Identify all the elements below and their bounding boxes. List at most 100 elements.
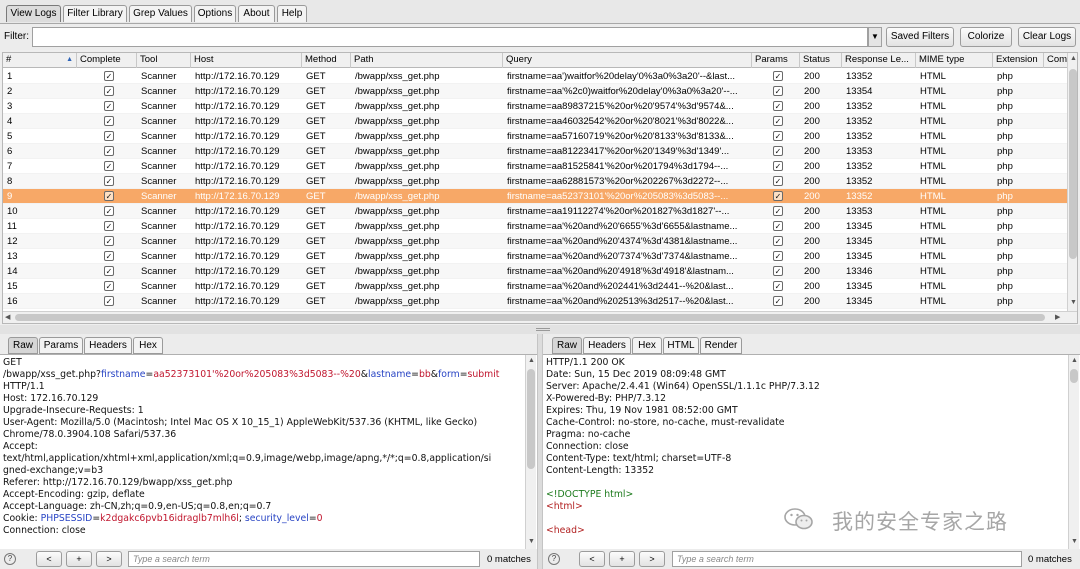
scroll-right-icon[interactable]: ▶ bbox=[1055, 313, 1060, 321]
filter-dropdown-button[interactable]: ▼ bbox=[868, 27, 882, 47]
table-row[interactable]: 1 Scanner http://172.16.70.129 GET/bwapp/xs… bbox=[3, 69, 1067, 84]
column-header[interactable]: Path bbox=[351, 53, 503, 68]
complete-checkbox[interactable]: ✓ bbox=[104, 101, 114, 111]
scroll-up-icon[interactable]: ▲ bbox=[1070, 55, 1077, 62]
params-checkbox[interactable]: ✓ bbox=[773, 221, 783, 231]
column-header[interactable]: MIME type bbox=[916, 53, 993, 68]
scroll-left-icon[interactable]: ◀ bbox=[5, 313, 10, 321]
table-row[interactable]: 14 Scanner http://172.16.70.129 GET/bwapp/x… bbox=[3, 264, 1067, 279]
complete-checkbox[interactable]: ✓ bbox=[104, 281, 114, 291]
column-header[interactable]: Method bbox=[302, 53, 351, 68]
complete-checkbox[interactable]: ✓ bbox=[104, 146, 114, 156]
table-row[interactable]: 10 Scanner http://172.16.70.129 GET/bwapp/x… bbox=[3, 204, 1067, 219]
complete-checkbox[interactable]: ✓ bbox=[104, 86, 114, 96]
complete-checkbox[interactable]: ✓ bbox=[104, 71, 114, 81]
scroll-down-icon[interactable]: ▼ bbox=[528, 538, 535, 545]
filter-input[interactable] bbox=[32, 27, 868, 47]
request-text[interactable]: GET /bwapp/xss_get.php?firstname = aa52373… bbox=[0, 354, 537, 549]
scroll-up-icon[interactable]: ▲ bbox=[1071, 357, 1078, 364]
request-scroll-thumb[interactable] bbox=[527, 369, 535, 469]
response-tab-html[interactable]: HTML bbox=[663, 337, 699, 354]
complete-checkbox[interactable]: ✓ bbox=[104, 131, 114, 141]
table-row[interactable]: 11 Scanner http://172.16.70.129 GET/bwapp/x… bbox=[3, 219, 1067, 234]
table-row[interactable]: 6 Scanner http://172.16.70.129 GET/bwapp/xs… bbox=[3, 144, 1067, 159]
params-checkbox[interactable]: ✓ bbox=[773, 71, 783, 81]
scroll-down-icon[interactable]: ▼ bbox=[1070, 299, 1077, 306]
table-row[interactable]: 13 Scanner http://172.16.70.129 GET/bwapp/x… bbox=[3, 249, 1067, 264]
table-row[interactable]: 8 Scanner http://172.16.70.129 GET/bwapp/xs… bbox=[3, 174, 1067, 189]
response-search-input[interactable]: Type a search term bbox=[672, 551, 1022, 567]
response-tab-render[interactable]: Render bbox=[700, 337, 742, 354]
complete-checkbox[interactable]: ✓ bbox=[104, 116, 114, 126]
next-button[interactable]: > bbox=[96, 551, 122, 567]
params-checkbox[interactable]: ✓ bbox=[773, 296, 783, 306]
params-checkbox[interactable]: ✓ bbox=[773, 101, 783, 111]
complete-checkbox[interactable]: ✓ bbox=[104, 296, 114, 306]
splitter-grip-icon[interactable] bbox=[536, 328, 550, 331]
complete-checkbox[interactable]: ✓ bbox=[104, 236, 114, 246]
previous-button[interactable]: < bbox=[36, 551, 62, 567]
horizontal-splitter[interactable] bbox=[0, 325, 1080, 334]
request-tab-hex[interactable]: Hex bbox=[133, 337, 163, 354]
colorize-button[interactable]: Colorize bbox=[960, 27, 1012, 47]
table-vertical-scrollbar[interactable]: ▲ ▼ bbox=[1067, 53, 1077, 311]
table-row[interactable]: 12 Scanner http://172.16.70.129 GET/bwapp/x… bbox=[3, 234, 1067, 249]
column-header[interactable]: Host bbox=[191, 53, 302, 68]
complete-checkbox[interactable]: ✓ bbox=[104, 251, 114, 261]
add-button[interactable]: + bbox=[66, 551, 92, 567]
complete-checkbox[interactable]: ✓ bbox=[104, 161, 114, 171]
column-header[interactable]: # ▲ bbox=[3, 53, 77, 68]
tab-options[interactable]: Options bbox=[194, 5, 236, 22]
params-checkbox[interactable]: ✓ bbox=[773, 176, 783, 186]
params-checkbox[interactable]: ✓ bbox=[773, 191, 783, 201]
saved-filters-button[interactable]: Saved Filters bbox=[886, 27, 954, 47]
table-row[interactable]: 9 Scanner http://172.16.70.129 GET/bwapp/xs… bbox=[3, 189, 1067, 204]
add-button[interactable]: + bbox=[609, 551, 635, 567]
request-scrollbar[interactable]: ▲ ▼ bbox=[525, 355, 536, 549]
request-tab-params[interactable]: Params bbox=[39, 337, 83, 354]
table-row[interactable]: 2 Scanner http://172.16.70.129 GET/bwapp/xs… bbox=[3, 84, 1067, 99]
params-checkbox[interactable]: ✓ bbox=[773, 266, 783, 276]
help-icon[interactable]: ? bbox=[548, 553, 560, 565]
table-row[interactable]: 15 Scanner http://172.16.70.129 GET/bwapp/x… bbox=[3, 279, 1067, 294]
complete-checkbox[interactable]: ✓ bbox=[104, 206, 114, 216]
column-header[interactable]: Extension bbox=[993, 53, 1044, 68]
scroll-down-icon[interactable]: ▼ bbox=[1071, 538, 1078, 545]
params-checkbox[interactable]: ✓ bbox=[773, 161, 783, 171]
tab-about[interactable]: About bbox=[238, 5, 275, 22]
table-row[interactable]: 5 Scanner http://172.16.70.129 GET/bwapp/xs… bbox=[3, 129, 1067, 144]
column-header[interactable]: Complete bbox=[77, 53, 137, 68]
params-checkbox[interactable]: ✓ bbox=[773, 86, 783, 96]
params-checkbox[interactable]: ✓ bbox=[773, 236, 783, 246]
params-checkbox[interactable]: ✓ bbox=[773, 116, 783, 126]
complete-checkbox[interactable]: ✓ bbox=[104, 176, 114, 186]
response-tab-raw[interactable]: Raw bbox=[552, 337, 582, 354]
params-checkbox[interactable]: ✓ bbox=[773, 281, 783, 291]
tab-filter-library[interactable]: Filter Library bbox=[63, 5, 127, 22]
column-header[interactable]: Response Le... bbox=[842, 53, 916, 68]
help-icon[interactable]: ? bbox=[4, 553, 16, 565]
complete-checkbox[interactable]: ✓ bbox=[104, 191, 114, 201]
response-tab-hex[interactable]: Hex bbox=[632, 337, 662, 354]
table-row[interactable]: 3 Scanner http://172.16.70.129 GET/bwapp/xs… bbox=[3, 99, 1067, 114]
table-row[interactable]: 7 Scanner http://172.16.70.129 GET/bwapp/xs… bbox=[3, 159, 1067, 174]
tab-view-logs[interactable]: View Logs bbox=[6, 5, 61, 22]
params-checkbox[interactable]: ✓ bbox=[773, 206, 783, 216]
next-button[interactable]: > bbox=[639, 551, 665, 567]
sort-ascending-icon[interactable]: ▲ bbox=[66, 53, 73, 67]
clear-logs-button[interactable]: Clear Logs bbox=[1018, 27, 1076, 47]
table-row[interactable]: 16 Scanner http://172.16.70.129 GET/bwapp/x… bbox=[3, 294, 1067, 309]
scroll-up-icon[interactable]: ▲ bbox=[528, 357, 535, 364]
tab-grep-values[interactable]: Grep Values bbox=[129, 5, 192, 22]
tab-help[interactable]: Help bbox=[277, 5, 307, 22]
response-scrollbar[interactable]: ▲ ▼ bbox=[1068, 355, 1079, 549]
complete-checkbox[interactable]: ✓ bbox=[104, 266, 114, 276]
table-horizontal-scrollbar[interactable]: ◀ ▶ bbox=[3, 311, 1077, 323]
complete-checkbox[interactable]: ✓ bbox=[104, 221, 114, 231]
previous-button[interactable]: < bbox=[579, 551, 605, 567]
response-tab-headers[interactable]: Headers bbox=[583, 337, 631, 354]
params-checkbox[interactable]: ✓ bbox=[773, 251, 783, 261]
table-row[interactable]: 4 Scanner http://172.16.70.129 GET/bwapp/xs… bbox=[3, 114, 1067, 129]
params-checkbox[interactable]: ✓ bbox=[773, 131, 783, 141]
request-tab-raw[interactable]: Raw bbox=[8, 337, 38, 354]
